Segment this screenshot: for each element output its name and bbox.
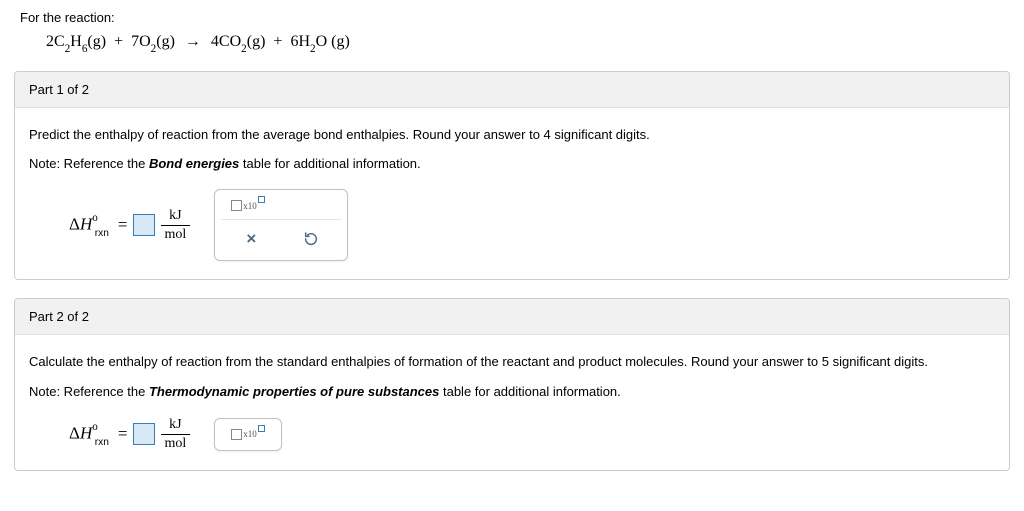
unit-fraction: kJ mol <box>161 417 191 452</box>
tool-panel: x10 × <box>214 189 348 261</box>
part-prompt: Predict the enthalpy of reaction from th… <box>29 126 995 144</box>
scientific-notation-button[interactable]: x10 <box>231 429 265 440</box>
intro-block: For the reaction: 2C2H6(g) + 7O2(g) → 4C… <box>0 0 1024 71</box>
answer-input[interactable] <box>133 423 155 445</box>
answer-row: ΔHorxn = kJ mol x10 × <box>29 189 995 261</box>
part-note: Note: Reference the Bond energies table … <box>29 156 995 171</box>
scientific-notation-button[interactable]: x10 <box>231 200 265 211</box>
part-header: Part 1 of 2 <box>15 72 1009 108</box>
part-1: Part 1 of 2 Predict the enthalpy of reac… <box>14 71 1010 280</box>
tool-panel: x10 <box>214 418 282 451</box>
enthalpy-expression: ΔHorxn = kJ mol <box>69 208 190 243</box>
part-prompt: Calculate the enthalpy of reaction from … <box>29 353 995 371</box>
undo-icon <box>303 231 319 247</box>
part-note: Note: Reference the Thermodynamic proper… <box>29 384 995 399</box>
intro-prefix: For the reaction: <box>20 10 1004 25</box>
answer-input[interactable] <box>133 214 155 236</box>
clear-button[interactable]: × <box>242 230 260 248</box>
unit-fraction: kJ mol <box>161 208 191 243</box>
answer-row: ΔHorxn = kJ mol x10 <box>29 417 995 452</box>
enthalpy-expression: ΔHorxn = kJ mol <box>69 417 190 452</box>
undo-button[interactable] <box>302 230 320 248</box>
part-2: Part 2 of 2 Calculate the enthalpy of re… <box>14 298 1010 470</box>
part-header: Part 2 of 2 <box>15 299 1009 335</box>
reaction-equation: 2C2H6(g) + 7O2(g) → 4CO2(g) + 6H2O (g) <box>20 31 1004 53</box>
times-icon: × <box>246 229 256 249</box>
